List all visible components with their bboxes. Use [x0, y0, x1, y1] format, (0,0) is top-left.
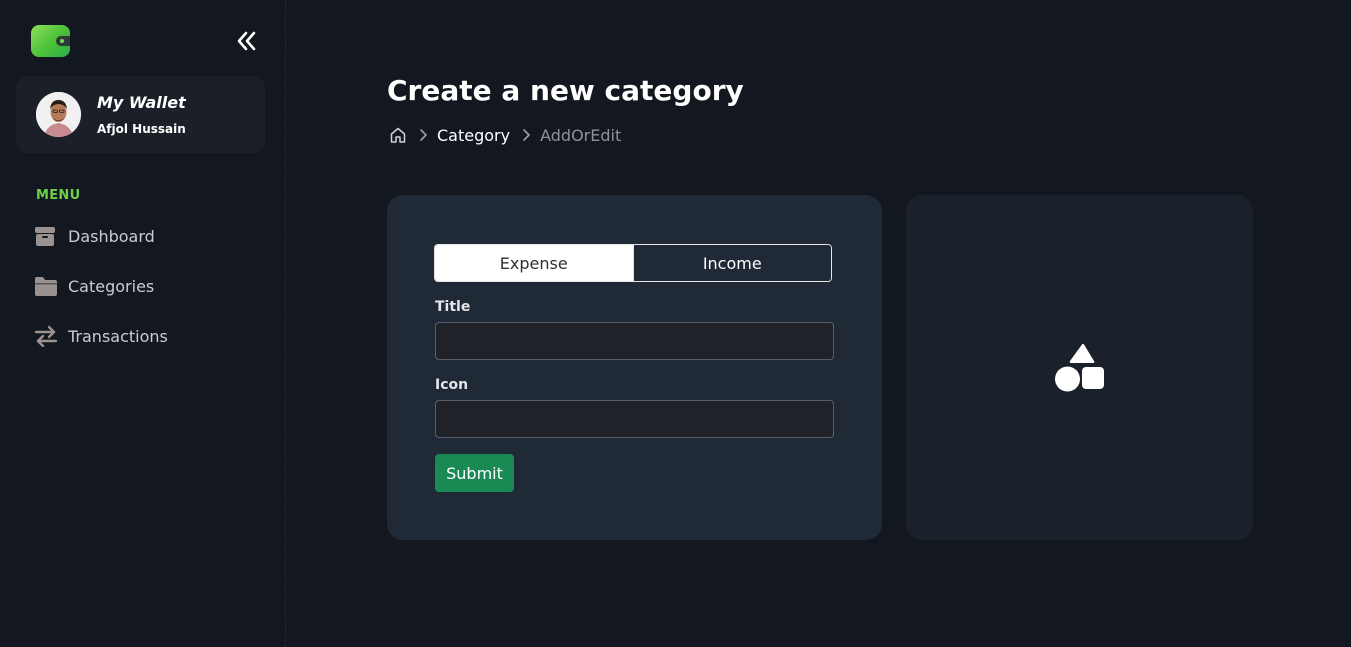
breadcrumb-item-category[interactable]: Category	[437, 126, 510, 145]
box-icon	[34, 224, 60, 248]
category-form-card: Expense Income Title Icon Submit	[387, 195, 882, 540]
sidebar-item-label: Categories	[68, 276, 155, 296]
submit-button[interactable]: Submit	[435, 454, 514, 492]
collapse-sidebar-button[interactable]	[233, 28, 259, 54]
icon-label: Icon	[435, 377, 469, 393]
type-toggle: Expense Income	[434, 244, 832, 282]
wallet-logo-icon[interactable]	[31, 25, 70, 57]
breadcrumb-item-current: AddOrEdit	[540, 125, 622, 145]
breadcrumb: Category AddOrEdit	[389, 123, 621, 147]
title-input[interactable]	[435, 322, 834, 360]
type-option-income[interactable]: Income	[632, 245, 831, 281]
chevron-right-icon	[522, 128, 532, 142]
folder-icon	[34, 274, 60, 298]
menu-heading: MENU	[36, 188, 81, 203]
user-name: Afjol Hussain	[97, 122, 186, 136]
sidebar-item-dashboard[interactable]: Dashboard	[34, 221, 155, 251]
sidebar-item-label: Dashboard	[68, 226, 155, 246]
icon-preview-card	[906, 195, 1253, 540]
avatar	[36, 92, 81, 137]
sidebar-item-transactions[interactable]: Transactions	[34, 321, 168, 351]
page-title: Create a new category	[387, 74, 744, 107]
sidebar-item-categories[interactable]: Categories	[34, 271, 154, 301]
profile-card[interactable]: My Wallet Afjol Hussain	[16, 76, 265, 153]
type-option-expense[interactable]: Expense	[435, 245, 633, 281]
title-label: Title	[435, 299, 471, 315]
arrows-swap-icon	[34, 324, 60, 348]
chevron-right-icon	[419, 128, 429, 142]
double-chevron-left-icon	[237, 31, 256, 51]
sidebar-item-label: Transactions	[68, 326, 168, 346]
icon-input[interactable]	[435, 400, 834, 438]
sidebar: My Wallet Afjol Hussain MENU Dashboard C…	[0, 0, 286, 647]
home-icon[interactable]	[389, 126, 407, 144]
shapes-icon	[1055, 343, 1104, 392]
wallet-name: My Wallet	[97, 93, 186, 112]
